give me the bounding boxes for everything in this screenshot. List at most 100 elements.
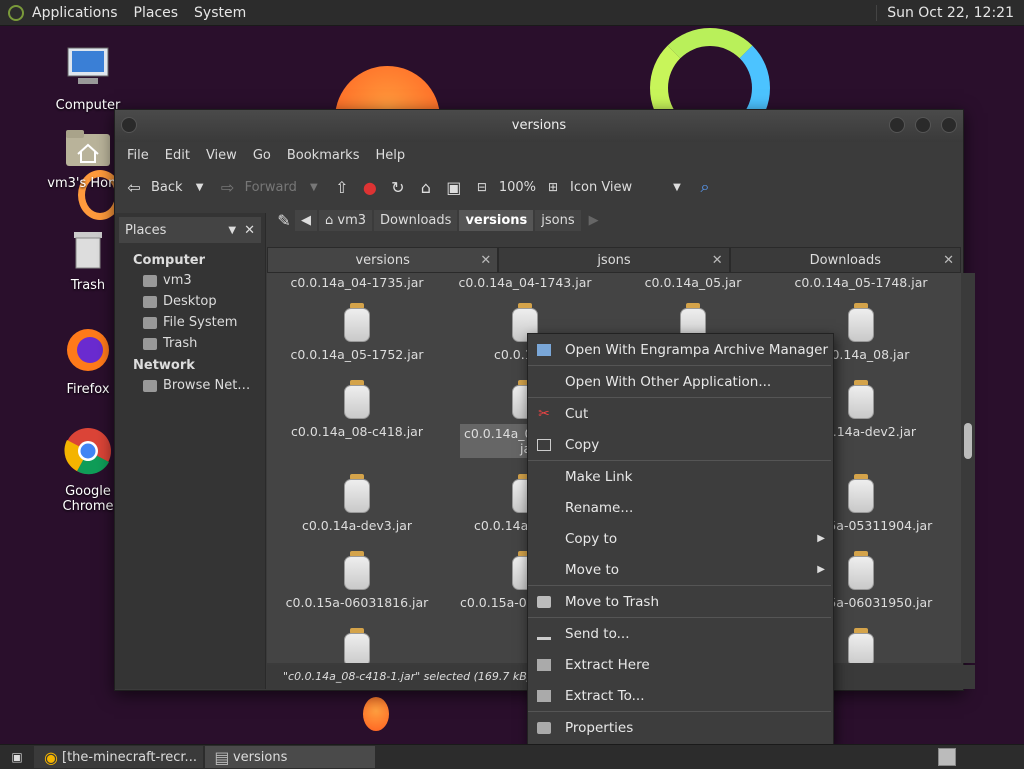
window-title: versions — [511, 118, 567, 133]
up-icon[interactable]: ⇧ — [331, 176, 353, 198]
archive-manager-icon — [537, 343, 551, 356]
menu-copy[interactable]: Copy — [528, 429, 833, 460]
tab-close-icon[interactable]: ✕ — [712, 253, 723, 268]
sidebar-header[interactable]: Places ▼ ✕ — [119, 217, 261, 243]
tab-close-icon[interactable]: ✕ — [943, 253, 954, 268]
file-item[interactable]: c0.0.14a_05.jar — [618, 275, 768, 290]
zoom-in-icon[interactable]: ⊞ — [542, 176, 564, 198]
sidebar-item-label: vm3 — [163, 273, 192, 288]
menu-cut[interactable]: ✂ Cut — [528, 398, 833, 429]
tab-label: versions — [355, 252, 410, 268]
edit-location-icon[interactable]: ✎ — [273, 209, 295, 231]
scissors-icon: ✂ — [538, 405, 550, 422]
tab-jsons[interactable]: jsons ✕ — [498, 247, 730, 273]
menu-open-with-engrampa[interactable]: Open With Engrampa Archive Manager — [528, 334, 833, 365]
home-icon[interactable]: ⌂ — [415, 176, 437, 198]
file-item[interactable]: c0.0.14a_05-1748.jar — [786, 275, 936, 290]
taskbar-versions[interactable]: ▤ versions — [204, 746, 375, 768]
file-label-line2: jar — [464, 441, 536, 456]
sidebar-close-icon[interactable]: ✕ — [244, 223, 255, 238]
places-menu[interactable]: Places — [126, 5, 187, 21]
system-menu[interactable]: System — [186, 5, 254, 21]
back-button[interactable]: Back — [151, 180, 183, 195]
file-item[interactable] — [282, 628, 432, 663]
sidebar-header-label: Places — [125, 222, 167, 238]
reload-icon[interactable]: ↻ — [387, 176, 409, 198]
menu-item-label: Move to — [565, 561, 620, 578]
mate-logo-icon[interactable] — [8, 4, 24, 21]
workspace-switcher[interactable] — [938, 748, 956, 766]
sidebar-item-vm3[interactable]: vm3 — [115, 270, 265, 291]
maximize-button[interactable] — [915, 117, 931, 133]
view-mode-select[interactable]: Icon View — [570, 180, 660, 195]
context-menu: Open With Engrampa Archive Manager Open … — [527, 333, 834, 745]
menu-move-to-trash[interactable]: Move to Trash — [528, 586, 833, 617]
tab-close-icon[interactable]: ✕ — [480, 253, 491, 268]
submenu-arrow-icon: ▶ — [817, 533, 825, 544]
menu-edit[interactable]: Edit — [157, 148, 198, 163]
search-icon[interactable]: ⌕ — [694, 176, 716, 198]
zoom-level[interactable]: 100% — [499, 180, 536, 195]
breadcrumb-right-arrow-icon[interactable]: ▶ — [583, 210, 605, 231]
file-item[interactable]: c0.0.14a_04-1735.jar — [282, 275, 432, 290]
back-history-dropdown-icon[interactable]: ▼ — [189, 176, 211, 198]
scrollbar-thumb[interactable] — [964, 423, 972, 459]
close-window-button[interactable] — [941, 117, 957, 133]
forward-arrow-icon: ⇨ — [220, 177, 235, 197]
sidebar-item-browse-network[interactable]: Browse Net… — [115, 375, 265, 396]
menu-properties[interactable]: Properties — [528, 712, 833, 743]
file-item[interactable]: c0.0.14a_08-c418.jar — [282, 380, 432, 439]
tab-versions[interactable]: versions ✕ — [267, 247, 499, 273]
menu-copy-to[interactable]: Copy to ▶ — [528, 523, 833, 554]
menu-file[interactable]: File — [119, 148, 157, 163]
breadcrumb-jsons[interactable]: jsons — [535, 209, 581, 231]
computer-icon[interactable]: ▣ — [443, 176, 465, 198]
sidebar-dropdown-icon[interactable]: ▼ — [228, 225, 236, 236]
desktop-computer[interactable]: Computer — [38, 46, 138, 113]
view-mode-chevron-icon[interactable]: ▼ — [666, 176, 688, 198]
menu-item-label: Send to... — [565, 625, 630, 642]
wallpaper-drop — [363, 697, 389, 731]
file-item[interactable]: c0.0.15a-06031816.jar — [282, 551, 432, 610]
breadcrumb-versions[interactable]: versions — [459, 209, 534, 231]
blank-icon — [537, 376, 551, 388]
menu-help[interactable]: Help — [367, 148, 413, 163]
applications-menu[interactable]: Applications — [24, 5, 126, 21]
sidebar-item-trash[interactable]: Trash — [115, 333, 265, 354]
menu-extract-here[interactable]: Extract Here — [528, 649, 833, 680]
taskbar-chrome[interactable]: ◉ [the-minecraft-recr... — [34, 746, 203, 768]
tab-downloads[interactable]: Downloads ✕ — [729, 247, 961, 273]
menu-view[interactable]: View — [198, 148, 245, 163]
breadcrumb-left-arrow-icon[interactable]: ◀ — [295, 209, 317, 231]
menu-extract-to[interactable]: Extract To... — [528, 680, 833, 711]
menu-move-to[interactable]: Move to ▶ — [528, 554, 833, 585]
breadcrumb-vm3[interactable]: ⌂ vm3 — [319, 209, 373, 231]
file-item[interactable]: c0.0.14a_04-1743.jar — [450, 275, 600, 290]
clock[interactable]: Sun Oct 22, 12:21 — [876, 4, 1024, 21]
stop-icon[interactable]: ● — [359, 176, 381, 198]
back-arrow-icon[interactable]: ⇦ — [123, 176, 145, 198]
menu-make-link[interactable]: Make Link — [528, 461, 833, 492]
vertical-scrollbar[interactable] — [961, 273, 975, 663]
menu-open-with-other[interactable]: Open With Other Application... — [528, 366, 833, 397]
sidebar-item-label: Browse Net… — [163, 378, 251, 393]
monitor-icon — [67, 47, 109, 84]
zoom-out-icon[interactable]: ⊟ — [471, 176, 493, 198]
menu-rename[interactable]: Rename... — [528, 492, 833, 523]
sidebar-item-desktop[interactable]: Desktop — [115, 291, 265, 312]
top-panel: Applications Places System Sun Oct 22, 1… — [0, 0, 1024, 26]
home-folder-icon — [66, 130, 110, 166]
file-item[interactable]: c0.0.14a_05-1752.jar — [282, 303, 432, 362]
menu-bookmarks[interactable]: Bookmarks — [279, 148, 368, 163]
show-desktop-icon[interactable]: ▣ — [6, 746, 28, 768]
file-item[interactable]: c0.0.14a-dev3.jar — [282, 474, 432, 533]
menubar: File Edit View Go Bookmarks Help — [115, 142, 963, 168]
menu-item-label: Make Link — [565, 468, 633, 485]
minimize-button[interactable] — [889, 117, 905, 133]
window-menu-button[interactable] — [121, 117, 137, 133]
breadcrumb-downloads[interactable]: Downloads — [374, 209, 458, 231]
menu-send-to[interactable]: Send to... — [528, 618, 833, 649]
menu-go[interactable]: Go — [245, 148, 279, 163]
window-titlebar[interactable]: versions — [115, 110, 963, 142]
sidebar-item-file-system[interactable]: File System — [115, 312, 265, 333]
